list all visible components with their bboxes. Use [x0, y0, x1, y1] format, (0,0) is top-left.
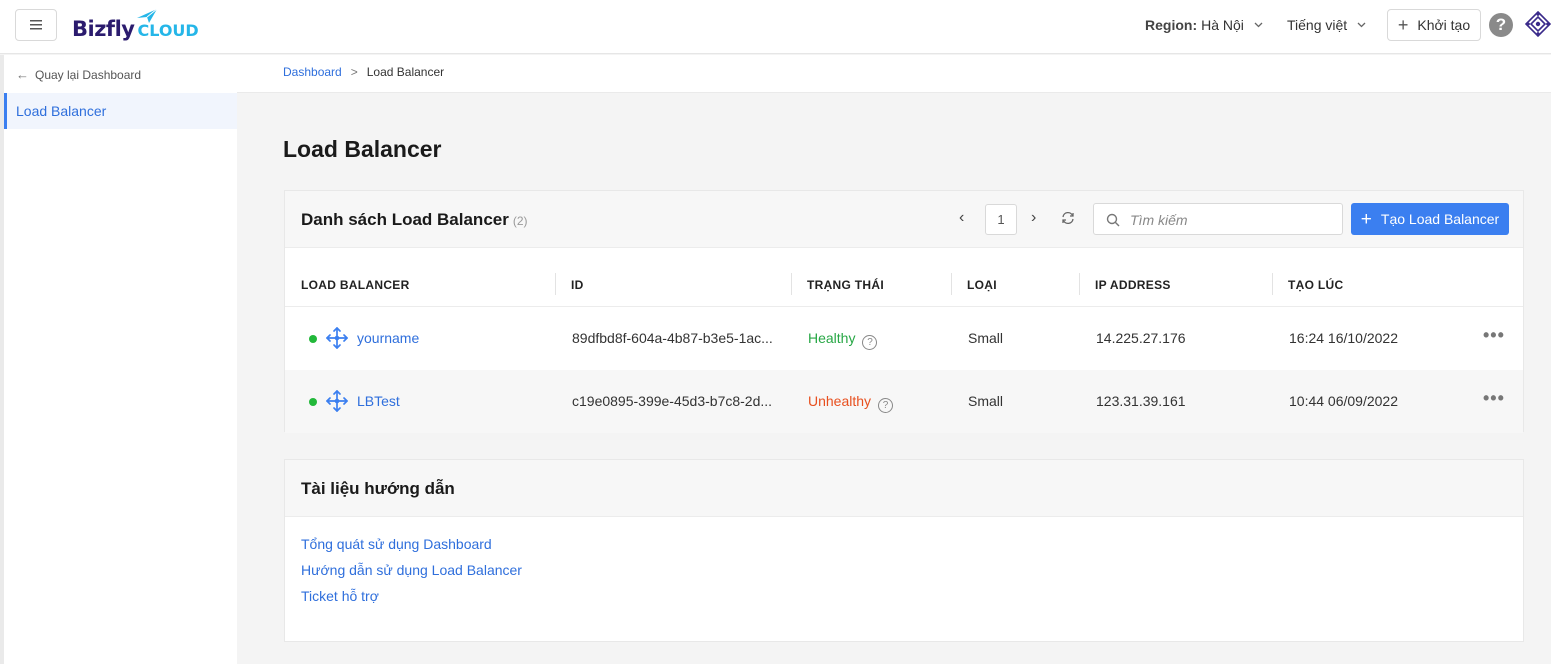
more-options-icon[interactable]: •••: [1483, 388, 1505, 409]
page-number-input[interactable]: 1: [985, 204, 1017, 235]
docs-card-header: Tài liệu hướng dẫn: [285, 460, 1523, 517]
load-balancer-list-card: Danh sách Load Balancer(2) ‹ 1 › + Tạo L…: [284, 190, 1524, 433]
breadcrumb-bar: Dashboard > Load Balancer: [237, 55, 1551, 93]
menu-icon: [30, 20, 42, 30]
table-row[interactable]: LBTest c19e0895-399e-45d3-b7c8-2d... Unh…: [285, 370, 1523, 433]
load-balancer-ip: 14.225.27.176: [1096, 330, 1186, 346]
list-count: (2): [512, 214, 528, 228]
back-to-dashboard-link[interactable]: ← Quay lại Dashboard: [16, 67, 141, 82]
load-balancer-type: Small: [968, 330, 1004, 346]
more-options-icon[interactable]: •••: [1483, 325, 1505, 346]
sidebar-item-load-balancer[interactable]: Load Balancer: [4, 93, 237, 129]
list-title: Danh sách Load Balancer (2): [301, 210, 528, 230]
column-divider: [1079, 273, 1080, 295]
region-value: Hà Nội: [1201, 17, 1244, 33]
column-header-ip-address[interactable]: IP ADDRESS: [1095, 278, 1171, 292]
create-resource-button[interactable]: + Khởi tạo: [1387, 9, 1481, 41]
create-label: Khởi tạo: [1417, 17, 1471, 33]
refresh-icon[interactable]: [1061, 211, 1075, 225]
load-balancer-name-link[interactable]: yourname: [357, 330, 419, 346]
chevron-down-icon: [1254, 22, 1263, 28]
apps-grid-icon[interactable]: [1525, 11, 1551, 37]
breadcrumb: Dashboard > Load Balancer: [283, 65, 444, 79]
sidebar-edge: [0, 55, 4, 664]
logo-text-sub: CLOUD: [137, 21, 199, 40]
docs-title: Tài liệu hướng dẫn: [301, 479, 455, 498]
status-text: Unhealthy: [808, 393, 872, 409]
column-header-load-balancer[interactable]: LOAD BALANCER: [301, 278, 410, 292]
breadcrumb-current: Load Balancer: [366, 65, 445, 79]
hamburger-menu-button[interactable]: [15, 9, 57, 41]
load-balancer-icon: [326, 390, 348, 412]
question-circle-icon[interactable]: ?: [878, 398, 894, 413]
language-selector[interactable]: Tiếng việt: [1287, 17, 1366, 33]
breadcrumb-dashboard-link[interactable]: Dashboard: [283, 65, 342, 79]
plus-icon: +: [1360, 208, 1372, 230]
docs-links: Tổng quát sử dụng Dashboard Hướng dẫn sử…: [301, 536, 522, 614]
load-balancer-name-link[interactable]: LBTest: [357, 393, 400, 409]
plus-icon: +: [1397, 15, 1409, 35]
doc-link-support-ticket[interactable]: Ticket hỗ trợ: [301, 588, 522, 614]
create-load-balancer-label: Tạo Load Balancer: [1380, 211, 1500, 227]
search-input[interactable]: [1130, 210, 1330, 230]
page-title: Load Balancer: [283, 136, 442, 162]
column-divider: [791, 273, 792, 295]
status-cell: Healthy?: [808, 330, 878, 350]
chevron-right-icon[interactable]: ›: [1031, 209, 1036, 227]
status-dot: [309, 398, 317, 406]
load-balancer-type: Small: [968, 393, 1004, 409]
arrow-left-icon: ←: [16, 67, 29, 82]
table-row[interactable]: yourname 89dfbd8f-604a-4b87-b3e5-1ac... …: [285, 307, 1523, 370]
region-label: Region:: [1145, 17, 1198, 33]
list-card-header: Danh sách Load Balancer(2) ‹ 1 › + Tạo L…: [285, 191, 1523, 248]
logo-text-main: Bizfly: [72, 17, 135, 41]
status-dot: [309, 335, 317, 343]
breadcrumb-separator: >: [350, 65, 358, 79]
question-circle-icon[interactable]: ?: [862, 335, 878, 350]
status-text: Healthy: [808, 330, 856, 346]
chevron-left-icon[interactable]: ‹: [959, 209, 964, 227]
chevron-down-icon: [1357, 22, 1366, 28]
sidebar: ← Quay lại Dashboard Load Balancer: [0, 55, 237, 664]
doc-link-dashboard-overview[interactable]: Tổng quát sử dụng Dashboard: [301, 536, 522, 562]
region-selector[interactable]: Region: Hà Nội: [1145, 17, 1263, 33]
load-balancer-ip: 123.31.39.161: [1096, 393, 1186, 409]
list-title-text: Danh sách Load Balancer: [301, 210, 509, 229]
top-header: Bizfly CLOUD Region: Hà Nội Tiếng việt +…: [0, 0, 1551, 54]
search-icon: [1106, 213, 1120, 227]
column-divider: [1272, 273, 1273, 295]
doc-link-load-balancer-guide[interactable]: Hướng dẫn sử dụng Load Balancer: [301, 562, 522, 588]
status-cell: Unhealthy?: [808, 393, 894, 413]
create-load-balancer-button[interactable]: + Tạo Load Balancer: [1351, 203, 1509, 235]
language-value: Tiếng việt: [1287, 17, 1348, 33]
column-divider: [555, 273, 556, 295]
load-balancer-id: c19e0895-399e-45d3-b7c8-2d...: [572, 393, 773, 409]
table-header: LOAD BALANCER ID TRẠNG THÁI LOẠI IP ADDR…: [285, 248, 1523, 307]
load-balancer-created: 10:44 06/09/2022: [1289, 393, 1398, 409]
documentation-card: Tài liệu hướng dẫn Tổng quát sử dụng Das…: [284, 459, 1524, 642]
search-box[interactable]: [1093, 203, 1343, 235]
load-balancer-id: 89dfbd8f-604a-4b87-b3e5-1ac...: [572, 330, 773, 346]
help-icon[interactable]: ?: [1489, 13, 1513, 37]
load-balancer-icon: [326, 327, 348, 349]
column-header-created[interactable]: TẠO LÚC: [1288, 278, 1343, 292]
back-label: Quay lại Dashboard: [35, 67, 142, 82]
bizfly-logo[interactable]: Bizfly CLOUD: [72, 8, 199, 44]
column-header-id[interactable]: ID: [571, 278, 584, 292]
column-header-status[interactable]: TRẠNG THÁI: [807, 278, 884, 292]
load-balancer-created: 16:24 16/10/2022: [1289, 330, 1398, 346]
paper-plane-icon: [137, 8, 158, 23]
column-header-type[interactable]: LOẠI: [967, 278, 997, 292]
column-divider: [951, 273, 952, 295]
